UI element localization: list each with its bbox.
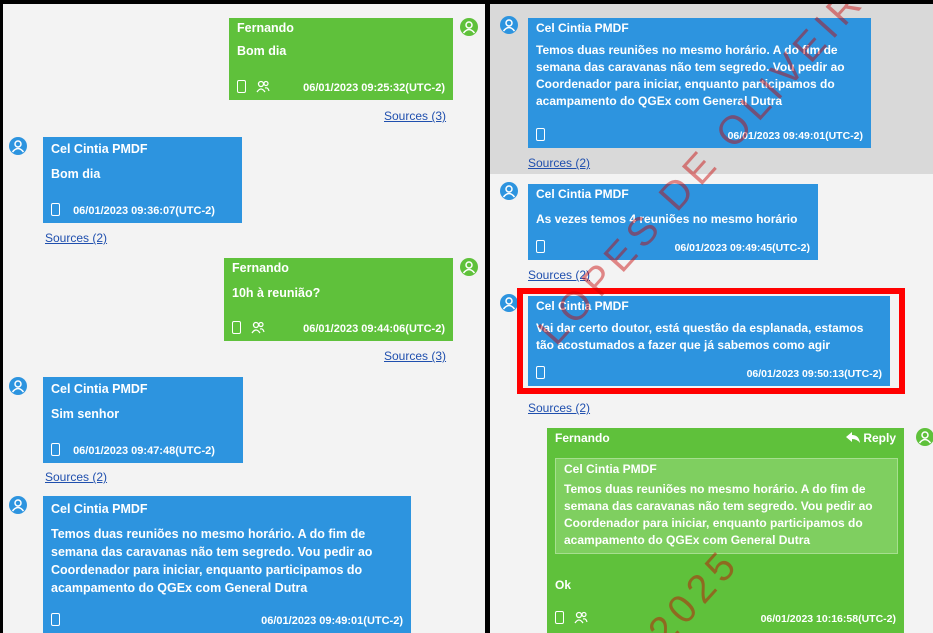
- message-timestamp: 06/01/2023 09:36:07(UTC-2): [73, 205, 215, 217]
- message-sender: Cel Cintia PMDF: [43, 377, 243, 397]
- user-avatar-icon: [460, 258, 478, 276]
- phone-device-icon: [51, 203, 60, 216]
- message-bubble-incoming[interactable]: Cel Cintia PMDF Temos duas reuniões no m…: [43, 496, 411, 633]
- sources-link[interactable]: Sources (3): [384, 109, 446, 123]
- user-avatar-icon: [916, 428, 933, 446]
- group-icon: [251, 321, 265, 334]
- message-timestamp: 06/01/2023 09:50:13(UTC-2): [746, 368, 882, 380]
- sources-link[interactable]: Sources (2): [528, 156, 590, 170]
- message-text: Sim senhor: [51, 407, 120, 421]
- reply-arrow-icon: [845, 432, 860, 443]
- group-icon: [574, 611, 588, 624]
- user-avatar-icon: [500, 182, 518, 200]
- phone-device-icon: [51, 443, 60, 456]
- right-chat-pane[interactable]: Cel Cintia PMDF Temos duas reuniões no m…: [490, 4, 933, 633]
- message-sender: Cel Cintia PMDF: [43, 496, 411, 516]
- phone-device-icon: [536, 128, 545, 141]
- user-avatar-icon: [460, 18, 478, 36]
- message-sender: Fernando: [229, 18, 453, 38]
- sources-link[interactable]: Sources (2): [45, 231, 107, 245]
- message-footer: 06/01/2023 09:49:45(UTC-2): [536, 240, 810, 256]
- quoted-message[interactable]: Cel Cintia PMDF Temos duas reuniões no m…: [555, 458, 898, 554]
- quoted-text: Temos duas reuniões no mesmo horário. A …: [564, 482, 873, 547]
- reply-button[interactable]: Reply: [845, 428, 896, 448]
- phone-device-icon: [232, 321, 241, 334]
- user-avatar-icon: [500, 16, 518, 34]
- message-sender: Cel Cintia PMDF: [43, 137, 242, 157]
- message-text: 10h à reunião?: [232, 286, 321, 300]
- message-bubble-outgoing[interactable]: Fernando Bom dia 06/01/2023 09:25:32(UTC…: [229, 18, 453, 100]
- message-sender: Cel Cintia PMDF: [528, 296, 890, 316]
- phone-device-icon: [51, 613, 60, 626]
- user-avatar-icon: [9, 137, 27, 155]
- message-bubble-incoming[interactable]: Cel Cintia PMDF As vezes temos 4 reuniõe…: [528, 184, 818, 260]
- message-bubble-outgoing[interactable]: Fernando Reply Cel Cintia PMDF Temos dua…: [547, 428, 904, 633]
- group-icon: [256, 80, 270, 93]
- message-text: Ok: [555, 578, 572, 592]
- message-footer: 06/01/2023 09:49:01(UTC-2): [51, 613, 403, 629]
- message-timestamp: 06/01/2023 10:16:58(UTC-2): [760, 613, 896, 625]
- quoted-sender: Cel Cintia PMDF: [564, 462, 657, 476]
- phone-device-icon: [555, 611, 564, 624]
- message-footer: 06/01/2023 10:16:58(UTC-2): [555, 611, 896, 627]
- user-avatar-icon: [9, 377, 27, 395]
- reply-label: Reply: [863, 431, 896, 445]
- message-text: Vai dar certo doutor, está questão da es…: [536, 321, 864, 352]
- sources-link[interactable]: Sources (2): [45, 470, 107, 484]
- sources-link[interactable]: Sources (3): [384, 349, 446, 363]
- message-timestamp: 06/01/2023 09:49:01(UTC-2): [261, 615, 403, 627]
- message-bubble-incoming[interactable]: Cel Cintia PMDF Sim senhor 06/01/2023 09…: [43, 377, 243, 463]
- message-footer: 06/01/2023 09:25:32(UTC-2): [237, 80, 445, 96]
- message-sender: Cel Cintia PMDF: [528, 18, 871, 38]
- message-footer: 06/01/2023 09:49:01(UTC-2): [536, 128, 863, 144]
- user-avatar-icon: [9, 496, 27, 514]
- sources-link[interactable]: Sources (2): [528, 401, 590, 415]
- message-sender: Fernando: [224, 258, 453, 278]
- user-avatar-icon: [500, 294, 518, 312]
- message-footer: 06/01/2023 09:36:07(UTC-2): [51, 203, 234, 219]
- phone-device-icon: [536, 240, 545, 253]
- left-chat-pane[interactable]: Fernando Bom dia 06/01/2023 09:25:32(UTC…: [3, 4, 485, 633]
- message-footer: 06/01/2023 09:47:48(UTC-2): [51, 443, 235, 459]
- message-sender: Cel Cintia PMDF: [528, 184, 818, 204]
- message-bubble-incoming[interactable]: Cel Cintia PMDF Temos duas reuniões no m…: [528, 18, 871, 148]
- message-text: Temos duas reuniões no mesmo horário. A …: [51, 527, 373, 595]
- message-timestamp: 06/01/2023 09:44:06(UTC-2): [303, 323, 445, 335]
- phone-device-icon: [237, 80, 246, 93]
- message-footer: 06/01/2023 09:44:06(UTC-2): [232, 321, 445, 337]
- message-timestamp: 06/01/2023 09:49:45(UTC-2): [674, 242, 810, 254]
- message-text: Bom dia: [237, 44, 287, 58]
- message-timestamp: 06/01/2023 09:49:01(UTC-2): [727, 130, 863, 142]
- sources-link[interactable]: Sources (2): [528, 268, 590, 282]
- message-bubble-incoming[interactable]: Cel Cintia PMDF Vai dar certo doutor, es…: [528, 296, 890, 386]
- message-timestamp: 06/01/2023 09:47:48(UTC-2): [73, 445, 215, 457]
- message-timestamp: 06/01/2023 09:25:32(UTC-2): [303, 82, 445, 94]
- message-text: Temos duas reuniões no mesmo horário. A …: [536, 43, 845, 108]
- message-text: As vezes temos 4 reuniões no mesmo horár…: [536, 212, 798, 226]
- message-text: Bom dia: [51, 167, 101, 181]
- message-bubble-outgoing[interactable]: Fernando 10h à reunião? 06/01/2023 09:44…: [224, 258, 453, 341]
- message-bubble-incoming[interactable]: Cel Cintia PMDF Bom dia 06/01/2023 09:36…: [43, 137, 242, 223]
- message-footer: 06/01/2023 09:50:13(UTC-2): [536, 366, 882, 382]
- phone-device-icon: [536, 366, 545, 379]
